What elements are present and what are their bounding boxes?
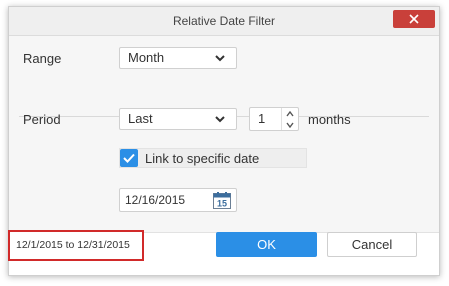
stepper-arrows [281,108,298,130]
period-unit-label: months [308,112,351,127]
link-specific-date-row[interactable]: Link to specific date [119,148,307,168]
stepper-down-button[interactable] [282,119,298,130]
chevron-down-icon [215,116,225,123]
chevron-down-icon [286,122,294,128]
calendar-icon[interactable]: 15 [213,192,231,209]
period-select[interactable]: Last [119,108,237,130]
ok-button[interactable]: OK [216,232,317,257]
chevron-down-icon [215,55,225,62]
cancel-button[interactable]: Cancel [327,232,417,257]
range-label: Range [23,51,62,66]
period-count-value: 1 [258,111,266,126]
dialog-titlebar: Relative Date Filter [9,7,439,36]
range-select[interactable]: Month [119,47,237,69]
specific-date-field[interactable]: 12/16/2015 15 [119,188,237,212]
period-select-value: Last [128,111,153,126]
date-range-summary: 12/1/2015 to 12/31/2015 [8,230,144,261]
checkmark-icon [123,153,135,163]
link-specific-date-checkbox[interactable] [120,149,138,167]
close-icon [409,14,419,24]
period-count-stepper[interactable]: 1 [249,107,299,131]
calendar-day-text: 15 [217,199,227,209]
dialog-title: Relative Date Filter [172,14,276,28]
close-button[interactable] [393,10,435,28]
specific-date-value: 12/16/2015 [125,193,186,207]
range-select-value: Month [128,50,165,65]
dialog-body: Range Month Period Last 1 months Link to… [9,36,439,233]
stepper-up-button[interactable] [282,108,298,119]
period-label: Period [23,112,61,127]
chevron-up-icon [286,110,294,116]
link-specific-date-label: Link to specific date [145,151,260,166]
